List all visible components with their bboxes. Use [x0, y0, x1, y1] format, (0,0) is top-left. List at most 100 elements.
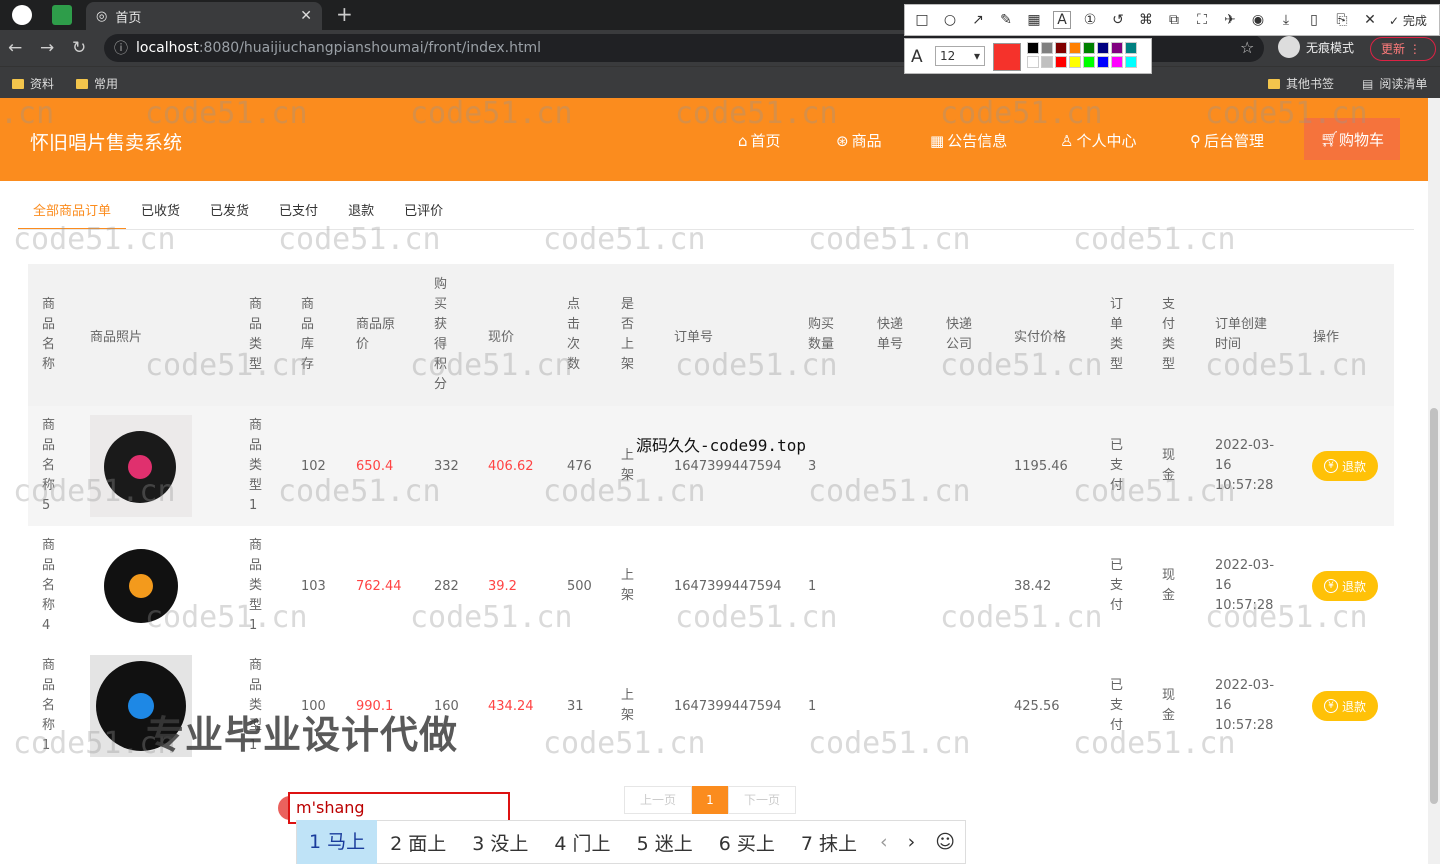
orders-table: 商品名称 商品照片 商品类型 商品库存 商品原价 购买获得积分 现价 点击次数 … — [28, 264, 1394, 766]
app-icon[interactable] — [52, 5, 72, 25]
ime-candidate-bar: 1 马上 2 面上 3 没上 4 门上 5 迷上 6 买上 7 抹上 ‹ › ☺ — [296, 820, 966, 864]
tab-reviewed[interactable]: 已评价 — [389, 186, 458, 230]
yen-icon: ¥ — [1323, 579, 1338, 593]
arrow-tool-icon[interactable]: ↗ — [969, 12, 987, 28]
tab-paid[interactable]: 已支付 — [264, 186, 333, 230]
tab-all-orders[interactable]: 全部商品订单 — [18, 186, 127, 230]
tab-shipped[interactable]: 已发货 — [195, 186, 264, 230]
reload-icon[interactable]: ↻ — [72, 38, 86, 58]
browser-logo-icon — [12, 5, 32, 25]
new-tab-button[interactable]: + — [336, 2, 353, 26]
tab-title: 首页 — [115, 10, 142, 26]
color-swatch[interactable] — [1041, 42, 1053, 54]
record-icon[interactable]: ◉ — [1249, 12, 1267, 28]
forward-icon[interactable]: → — [40, 38, 54, 58]
bookmark-folder-ziliao[interactable]: 资料 — [12, 75, 54, 92]
page-1-button[interactable]: 1 — [692, 786, 728, 814]
color-swatch[interactable] — [1083, 56, 1095, 68]
number-tool-icon[interactable]: ① — [1081, 12, 1099, 28]
phone-icon[interactable]: ▯ — [1305, 12, 1323, 28]
tab-received[interactable]: 已收货 — [126, 186, 195, 230]
notice-icon: ▦ — [930, 131, 945, 150]
undo-icon[interactable]: ↺ — [1109, 12, 1127, 28]
col-header-qty: 购买数量 — [808, 317, 835, 352]
site-brand: 怀旧唱片售卖系统 — [30, 132, 183, 154]
reading-list[interactable]: ▤ 阅读清单 — [1362, 75, 1427, 92]
record-image[interactable] — [90, 415, 192, 517]
ime-candidate[interactable]: 3 没上 — [459, 829, 541, 856]
tab-refund[interactable]: 退款 — [333, 186, 389, 230]
color-swatch[interactable] — [1069, 56, 1081, 68]
back-icon[interactable]: ← — [8, 38, 22, 58]
color-swatch[interactable] — [1097, 56, 1109, 68]
browser-tab[interactable]: ◎ 首页 ✕ — [86, 2, 322, 30]
pin-icon[interactable]: ✈ — [1221, 12, 1239, 28]
incognito-indicator[interactable]: 无痕模式 — [1278, 36, 1354, 58]
color-swatch[interactable] — [1055, 42, 1067, 54]
color-swatch[interactable] — [1083, 42, 1095, 54]
nav-personal-center[interactable]: ♙ 个人中心 — [1060, 130, 1136, 151]
ime-candidate[interactable]: 2 面上 — [377, 829, 459, 856]
bookmark-star-icon[interactable]: ☆ — [1240, 38, 1254, 57]
nav-goods[interactable]: ⊛ 商品 — [836, 130, 882, 151]
cancel-icon[interactable]: ✕ — [1361, 12, 1379, 28]
col-header-paid: 实付价格 — [1014, 329, 1067, 345]
ime-candidate[interactable]: 5 迷上 — [624, 829, 706, 856]
chevron-down-icon: ▾ — [973, 49, 980, 63]
fullscreen-icon[interactable]: ⛶ — [1193, 12, 1211, 28]
color-swatch[interactable] — [1027, 56, 1039, 68]
color-swatch[interactable] — [1125, 56, 1137, 68]
ime-candidate[interactable]: 7 抹上 — [788, 829, 870, 856]
save-icon[interactable]: ⎘ — [1333, 12, 1351, 28]
copy-icon[interactable]: ⧉ — [1165, 12, 1183, 28]
update-button[interactable]: 更新 ⋮ — [1370, 37, 1436, 61]
chevron-right-icon[interactable]: › — [898, 831, 926, 853]
ime-candidate[interactable]: 4 门上 — [541, 829, 623, 856]
chevron-left-icon[interactable]: ‹ — [870, 831, 898, 853]
refund-button[interactable]: ¥ 退款 — [1312, 451, 1378, 481]
bookmark-folder-changyong[interactable]: 常用 — [76, 75, 118, 92]
cell-qty: 1 — [808, 698, 817, 714]
cell-order-type: 已支付 — [1110, 558, 1124, 613]
cell-qty: 1 — [808, 578, 817, 594]
ime-candidate[interactable]: 6 买上 — [706, 829, 788, 856]
font-size-select[interactable]: 12 ▾ — [935, 46, 985, 66]
refund-button[interactable]: ¥ 退款 — [1312, 571, 1378, 601]
done-button[interactable]: ✓ 完成 — [1389, 12, 1427, 29]
cell-points: 332 — [434, 458, 459, 474]
pen-tool-icon[interactable]: ✎ — [997, 12, 1015, 28]
nav-home[interactable]: ⌂ 首页 — [738, 130, 781, 151]
color-swatch[interactable] — [1027, 42, 1039, 54]
color-swatch[interactable] — [1041, 56, 1053, 68]
color-swatch[interactable] — [1069, 42, 1081, 54]
text-tool-icon[interactable]: A — [1053, 11, 1071, 29]
prev-page-button[interactable]: 上一页 — [624, 786, 692, 814]
nav-admin[interactable]: ⚲ 后台管理 — [1190, 130, 1264, 151]
record-image[interactable] — [90, 535, 192, 637]
emoji-icon[interactable]: ☺ — [925, 831, 965, 853]
goods-icon: ⊛ — [836, 131, 849, 150]
cell-stock: 103 — [301, 578, 326, 594]
color-swatch[interactable] — [1111, 56, 1123, 68]
rectangle-tool-icon[interactable]: □ — [913, 12, 931, 28]
bookmark-folder-other[interactable]: 其他书签 — [1268, 75, 1334, 92]
color-swatch[interactable] — [1055, 56, 1067, 68]
ime-candidate[interactable]: 1 马上 — [297, 820, 378, 864]
scrollbar-thumb[interactable] — [1430, 408, 1438, 804]
download-icon[interactable]: ⤓ — [1277, 12, 1295, 28]
color-swatch[interactable] — [1125, 42, 1137, 54]
ocr-icon[interactable]: ⌘ — [1137, 12, 1155, 28]
refund-button[interactable]: ¥ 退款 — [1312, 691, 1378, 721]
next-page-button[interactable]: 下一页 — [728, 786, 796, 814]
current-color-swatch[interactable] — [993, 43, 1021, 71]
nav-notice[interactable]: ▦ 公告信息 — [930, 130, 1007, 151]
page-scrollbar[interactable] — [1428, 98, 1440, 864]
cell-action: ¥ 退款 — [1312, 406, 1378, 526]
close-icon[interactable]: ✕ — [300, 8, 312, 24]
color-swatch[interactable] — [1111, 42, 1123, 54]
menu-icon[interactable]: ⋮ — [1409, 42, 1421, 56]
cart-button[interactable]: 🛒︎ 购物车 — [1304, 118, 1400, 160]
mosaic-tool-icon[interactable]: ▦ — [1025, 12, 1043, 28]
ellipse-tool-icon[interactable]: ○ — [941, 12, 959, 28]
color-swatch[interactable] — [1097, 42, 1109, 54]
